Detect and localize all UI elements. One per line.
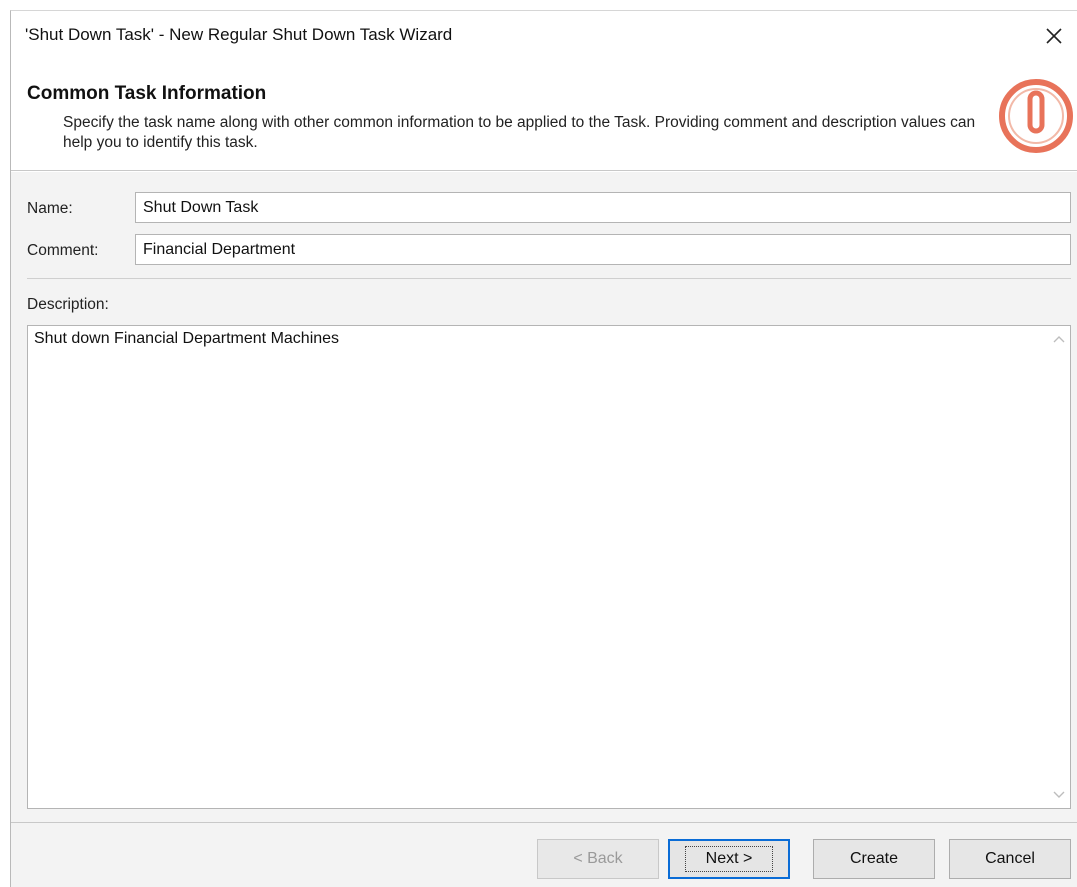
cancel-button-label: Cancel: [985, 850, 1035, 867]
close-button[interactable]: [1031, 11, 1077, 61]
form-area: Name: Comment: Description: Shut down Fi…: [11, 172, 1077, 822]
power-icon: [999, 79, 1073, 153]
create-button[interactable]: Create: [813, 839, 935, 879]
page-description: Specify the task name along with other c…: [63, 114, 976, 151]
wizard-header: Common Task Information Specify the task…: [11, 61, 1077, 171]
wizard-footer: < Back Next > Create Cancel: [11, 822, 1077, 887]
form-divider: [27, 278, 1071, 279]
comment-input[interactable]: [135, 234, 1071, 265]
cancel-button[interactable]: Cancel: [949, 839, 1071, 879]
description-textarea[interactable]: Shut down Financial Department Machines: [27, 325, 1071, 809]
description-text: Shut down Financial Department Machines: [34, 330, 340, 347]
page-title: Common Task Information: [27, 83, 267, 104]
name-input[interactable]: [135, 192, 1071, 223]
next-button-label: Next >: [684, 846, 774, 872]
description-scrollbar[interactable]: [1048, 326, 1070, 808]
comment-label: Comment:: [27, 242, 99, 259]
next-button[interactable]: Next >: [668, 839, 790, 879]
close-icon: [1046, 28, 1062, 44]
window-title: 'Shut Down Task' - New Regular Shut Down…: [25, 25, 453, 44]
back-button[interactable]: < Back: [537, 839, 659, 879]
back-button-label: < Back: [573, 850, 623, 867]
scroll-up-icon[interactable]: [1053, 334, 1065, 344]
description-label: Description:: [27, 296, 109, 313]
name-label: Name:: [27, 200, 73, 217]
wizard-window: 'Shut Down Task' - New Regular Shut Down…: [10, 10, 1077, 887]
create-button-label: Create: [849, 850, 899, 867]
title-bar: 'Shut Down Task' - New Regular Shut Down…: [11, 11, 1077, 61]
scroll-down-icon[interactable]: [1053, 790, 1065, 800]
